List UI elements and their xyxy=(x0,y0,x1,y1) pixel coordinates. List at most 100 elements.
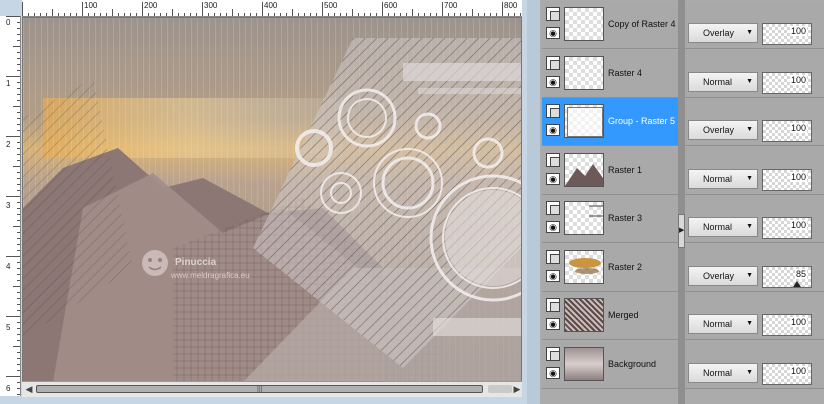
eye-visibility-icon[interactable]: ◉ xyxy=(546,318,560,330)
ruler-tick xyxy=(17,340,20,341)
scroll-right-icon[interactable]: ▶ xyxy=(512,384,522,394)
ruler-tick xyxy=(304,13,305,16)
opacity-field[interactable]: 100 xyxy=(762,120,812,142)
ruler-tick xyxy=(17,130,20,131)
horizontal-scrollbar[interactable]: ◀ ||| ▶ xyxy=(22,381,522,397)
ruler-tick xyxy=(448,13,449,16)
ruler-tick xyxy=(17,334,20,335)
ruler-tick xyxy=(460,13,461,16)
ruler-tick xyxy=(17,202,20,203)
ruler-tick xyxy=(17,250,20,251)
layer-item[interactable]: ◉ Merged xyxy=(542,292,678,340)
ruler-tick xyxy=(17,370,20,371)
layer-name: Group - Raster 5 xyxy=(608,116,676,126)
opacity-field[interactable]: 100 xyxy=(762,314,812,336)
opacity-field[interactable]: 100 xyxy=(762,168,812,191)
eye-visibility-icon[interactable]: ◉ xyxy=(546,366,560,379)
blend-mode-dropdown[interactable]: Overlay ▼ xyxy=(688,265,758,286)
blend-mode-dropdown[interactable]: Normal ▼ xyxy=(688,362,758,383)
layer-properties: Normal ▼ 100 xyxy=(685,146,824,195)
ruler-tick xyxy=(226,13,227,16)
scrollbar-thumb[interactable]: ||| xyxy=(36,385,483,393)
panel-divider[interactable] xyxy=(678,0,685,404)
scrollbar-track-segment[interactable] xyxy=(488,385,512,393)
ruler-tick xyxy=(328,13,329,16)
blend-mode-dropdown[interactable]: Overlay ▼ xyxy=(688,23,758,43)
ruler-tick xyxy=(17,34,20,35)
ruler-label: 5 xyxy=(6,323,11,332)
blend-mode-dropdown[interactable]: Normal ▼ xyxy=(688,168,758,189)
collapse-arrow-icon[interactable]: ▶ xyxy=(678,214,685,248)
ruler-tick xyxy=(88,13,89,16)
opacity-value: 100 xyxy=(789,317,807,327)
ruler-tick xyxy=(17,274,20,275)
ruler-tick xyxy=(17,172,20,173)
layer-name: Raster 3 xyxy=(608,213,643,223)
ruler-tick xyxy=(148,13,149,16)
ruler-tick xyxy=(166,13,167,16)
opacity-field[interactable]: 100 xyxy=(762,362,812,385)
blend-mode-dropdown[interactable]: Normal ▼ xyxy=(688,217,758,237)
watermark-url: www.meldragrafica.eu xyxy=(170,271,250,280)
ruler-tick xyxy=(76,13,77,16)
opacity-field[interactable]: 100 xyxy=(762,217,812,239)
ruler-tick xyxy=(52,9,53,16)
eye-visibility-icon[interactable]: ◉ xyxy=(546,27,560,39)
ruler-tick xyxy=(17,220,20,221)
ruler-tick xyxy=(17,382,20,383)
dropdown-arrow-icon: ▼ xyxy=(746,368,753,376)
ruler-tick xyxy=(82,2,83,16)
eye-visibility-icon[interactable]: ◉ xyxy=(546,124,560,136)
layer-item[interactable]: ◉ Background xyxy=(542,340,678,389)
opacity-field[interactable]: 85 xyxy=(762,265,812,288)
ruler-tick xyxy=(454,13,455,16)
ruler-tick xyxy=(160,13,161,16)
ruler-label: 4 xyxy=(6,262,11,271)
layer-item[interactable]: ◉ Copy of Raster 4 xyxy=(542,1,678,49)
ruler-tick xyxy=(280,13,281,16)
ruler-tick xyxy=(430,13,431,16)
ruler-tick xyxy=(17,352,20,353)
raster-layer-icon xyxy=(546,298,560,312)
layer-item[interactable]: ◉ Raster 2 xyxy=(542,243,678,292)
layer-item[interactable]: ◉ Raster 4 xyxy=(542,49,678,98)
ruler-tick xyxy=(442,2,443,16)
ruler-tick xyxy=(370,13,371,16)
ruler-tick xyxy=(136,13,137,16)
image-canvas[interactable]: Pinuccia www.meldragrafica.eu xyxy=(22,17,522,383)
opacity-slider-icon[interactable] xyxy=(793,280,801,287)
layer-properties: Overlay ▼ 100 xyxy=(685,98,824,146)
raster-layer-icon xyxy=(546,55,560,70)
scroll-left-icon[interactable]: ◀ xyxy=(24,384,34,394)
ruler-tick xyxy=(178,13,179,16)
ruler-label: 400 xyxy=(264,1,278,10)
eye-visibility-icon[interactable]: ◉ xyxy=(546,221,560,233)
layer-properties: Overlay ▼ 100 xyxy=(685,1,824,49)
blend-mode-dropdown[interactable]: Normal ▼ xyxy=(688,314,758,334)
blend-mode-dropdown[interactable]: Normal ▼ xyxy=(688,71,758,92)
eye-visibility-icon[interactable]: ◉ xyxy=(546,269,560,282)
blend-mode-value: Normal xyxy=(703,76,733,87)
ruler-tick xyxy=(17,292,20,293)
layer-thumbnail xyxy=(564,55,604,90)
layer-item[interactable]: ◉ Raster 1 xyxy=(542,146,678,195)
layer-properties: Overlay ▼ 85 xyxy=(685,243,824,292)
opacity-field[interactable]: 100 xyxy=(762,23,812,45)
ruler-tick xyxy=(34,13,35,16)
ruler-tick xyxy=(17,160,20,161)
ruler-tick xyxy=(262,2,263,16)
ruler-tick xyxy=(310,13,311,16)
ruler-tick xyxy=(13,166,20,167)
eye-visibility-icon[interactable]: ◉ xyxy=(546,172,560,185)
ruler-tick xyxy=(472,9,473,16)
ruler-tick xyxy=(352,9,353,16)
ruler-tick xyxy=(17,40,20,41)
layer-item[interactable]: ◉ Raster 3 xyxy=(542,195,678,243)
ruler-tick xyxy=(13,106,20,107)
opacity-field[interactable]: 100 xyxy=(762,71,812,94)
ruler-tick xyxy=(58,13,59,16)
eye-visibility-icon[interactable]: ◉ xyxy=(546,75,560,88)
layer-thumbnail xyxy=(564,298,604,332)
layer-item[interactable]: ◉ Group - Raster 5 xyxy=(542,98,678,146)
blend-mode-dropdown[interactable]: Overlay ▼ xyxy=(688,120,758,140)
